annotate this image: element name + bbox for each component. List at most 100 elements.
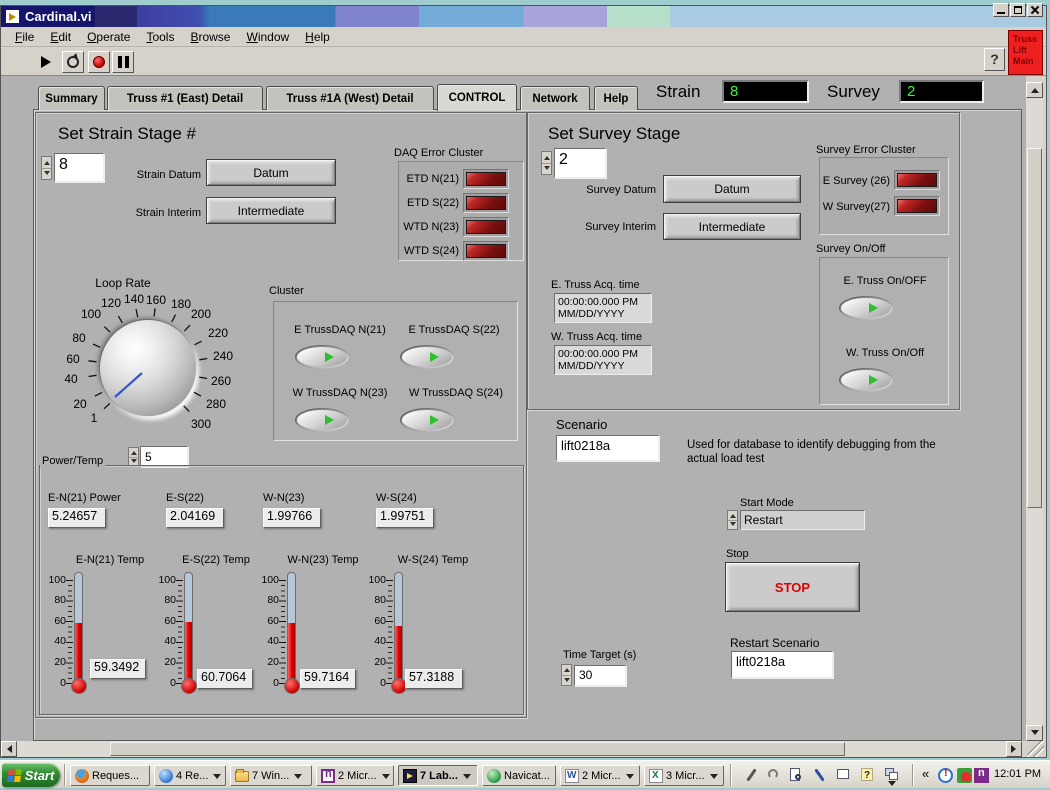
help-icon[interactable]: ? [860, 767, 876, 783]
tab-truss1a-west[interactable]: Truss #1A (West) Detail [266, 86, 434, 110]
vscroll-down-button[interactable] [1026, 725, 1043, 741]
tab-summary[interactable]: Summary [38, 86, 105, 110]
menu-edit[interactable]: Edit [42, 28, 79, 46]
strain-datum-button[interactable]: Datum [206, 159, 336, 186]
tab-help[interactable]: Help [594, 86, 638, 110]
strain-interim-button[interactable]: Intermediate [206, 197, 336, 224]
group-dropdown-icon[interactable] [463, 774, 471, 783]
hscroll-right-button[interactable] [1006, 741, 1022, 757]
menu-window[interactable]: Window [238, 28, 297, 46]
run-arrow-icon [41, 56, 57, 68]
survey-error-cluster: E Survey (26) W Survey(27) [819, 157, 949, 235]
windows-logo-icon [7, 769, 22, 782]
acq-west-timestamp: 00:00:00.000 PM MM/DD/YYYY [554, 345, 652, 375]
power-temp-title: Power/Temp [40, 455, 105, 467]
tab-truss1-east[interactable]: Truss #1 (East) Detail [107, 86, 263, 110]
run-continuous-button[interactable] [62, 51, 84, 73]
vscroll-thumb[interactable] [1027, 148, 1042, 508]
temp-label: E-N(21) Temp [50, 554, 170, 566]
start-mode-spinner[interactable] [727, 510, 738, 530]
group-dropdown-icon[interactable] [213, 774, 221, 783]
tab-control[interactable]: CONTROL [437, 84, 517, 111]
hscroll-left-button[interactable] [1, 741, 17, 757]
context-help-button[interactable]: ? [984, 48, 1005, 71]
taskbar-button-onenote[interactable]: 2 Micr... [316, 765, 394, 786]
minimize-button[interactable] [993, 3, 1009, 17]
firefox-icon [75, 769, 89, 783]
group-dropdown-icon[interactable] [626, 774, 634, 783]
group-dropdown-icon[interactable] [294, 774, 302, 783]
wtd-s24-led [463, 241, 509, 261]
menu-browse[interactable]: Browse [182, 28, 238, 46]
taskbar-button-windows-explorer[interactable]: 7 Win... [230, 765, 312, 786]
stop-button[interactable]: STOP [725, 562, 860, 612]
start-button[interactable]: Start [2, 763, 60, 787]
survey-stage-input[interactable]: 2 [554, 148, 606, 178]
w-trussdaq-n23-button[interactable] [295, 408, 349, 432]
strain-interim-label: Strain Interim [88, 207, 201, 219]
stylus-icon[interactable] [744, 767, 760, 783]
alert-tray-icon[interactable] [938, 768, 953, 783]
resize-grip[interactable] [1027, 741, 1044, 757]
e-trussdaq-s22-button[interactable] [400, 345, 454, 369]
power-label: W-N(23) [263, 492, 304, 504]
group-dropdown-icon[interactable] [710, 774, 718, 783]
survey-datum-button[interactable]: Datum [663, 175, 801, 203]
taskbar-button-remote[interactable]: 4 Re... [154, 765, 226, 786]
run-button[interactable] [36, 51, 58, 73]
taskbar-button-excel[interactable]: 3 Micr... [644, 765, 724, 786]
navicat-icon [487, 769, 501, 783]
time-target-spinner[interactable] [561, 664, 572, 686]
power-label: E-N(21) Power [48, 492, 121, 504]
start-mode-field[interactable]: Restart [740, 510, 865, 530]
e-trussdaq-n21-button[interactable] [295, 345, 349, 369]
group-dropdown-icon[interactable] [382, 774, 390, 783]
pause-button[interactable] [112, 51, 134, 73]
menu-help[interactable]: Help [297, 28, 338, 46]
survey-stage-spinner[interactable] [541, 151, 552, 175]
daq-led-label: WTD N(23) [401, 221, 459, 233]
vscroll-up-button[interactable] [1026, 82, 1043, 98]
e-truss-onoff-button[interactable] [839, 296, 893, 320]
survey-onoff-cluster: E. Truss On/OFF W. Truss On/Off [819, 257, 949, 405]
taskbar-clock: 12:01 PM [994, 768, 1041, 780]
power-temp-box: E-N(21) Power E-S(22) W-N(23) W-S(24) 5.… [39, 465, 524, 715]
toolbar [1, 48, 1046, 76]
scenario-input[interactable]: lift0218a [556, 435, 659, 461]
taskbar-button-word[interactable]: 2 Micr... [560, 765, 640, 786]
w-truss-onoff-button[interactable] [839, 368, 893, 392]
taskbar-button-firefox[interactable]: Reques... [70, 765, 150, 786]
survey-onoff-title: Survey On/Off [816, 243, 886, 255]
status-tray-icon[interactable] [957, 768, 972, 783]
menu-tools[interactable]: Tools [138, 28, 182, 46]
trussdaq-label: W TrussDAQ S(24) [400, 387, 512, 399]
maximize-button[interactable] [1010, 3, 1026, 17]
stop-label: Stop [726, 548, 749, 560]
tab-network[interactable]: Network [520, 86, 590, 110]
strain-stage-spinner[interactable] [41, 156, 52, 180]
temp-label: W-S(24) Temp [373, 554, 493, 566]
menu-file[interactable]: File [7, 28, 42, 46]
document-search-icon[interactable] [788, 767, 804, 783]
temp-label: W-N(23) Temp [263, 554, 383, 566]
tray-chevron-button[interactable]: « [922, 766, 929, 781]
close-button[interactable] [1027, 3, 1043, 17]
snipping-icon[interactable] [766, 767, 782, 783]
screen: Cardinal.vi File Edit Operate Tools Brow… [0, 0, 1050, 788]
pen-icon[interactable] [812, 767, 828, 783]
taskbar-button-navicat[interactable]: Navicat... [482, 765, 556, 786]
taskbar-button-labview[interactable]: 7 Lab... [398, 765, 478, 786]
survey-interim-button[interactable]: Intermediate [663, 213, 801, 240]
onenote-tray-icon[interactable] [974, 768, 989, 783]
trussdaq-label: W TrussDAQ N(23) [284, 387, 396, 399]
menu-operate[interactable]: Operate [79, 28, 138, 46]
loop-rate-spinner[interactable] [128, 447, 139, 467]
abort-button[interactable] [88, 51, 110, 73]
hscroll-thumb[interactable] [110, 742, 845, 756]
thermo-scale-label: 80 [257, 595, 279, 605]
w-trussdaq-s24-button[interactable] [400, 408, 454, 432]
window-switcher-icon[interactable] [884, 767, 900, 783]
show-desktop-icon[interactable] [836, 767, 852, 783]
loop-rate-input[interactable]: 5 [140, 446, 188, 467]
taskbar-separator [730, 764, 732, 786]
